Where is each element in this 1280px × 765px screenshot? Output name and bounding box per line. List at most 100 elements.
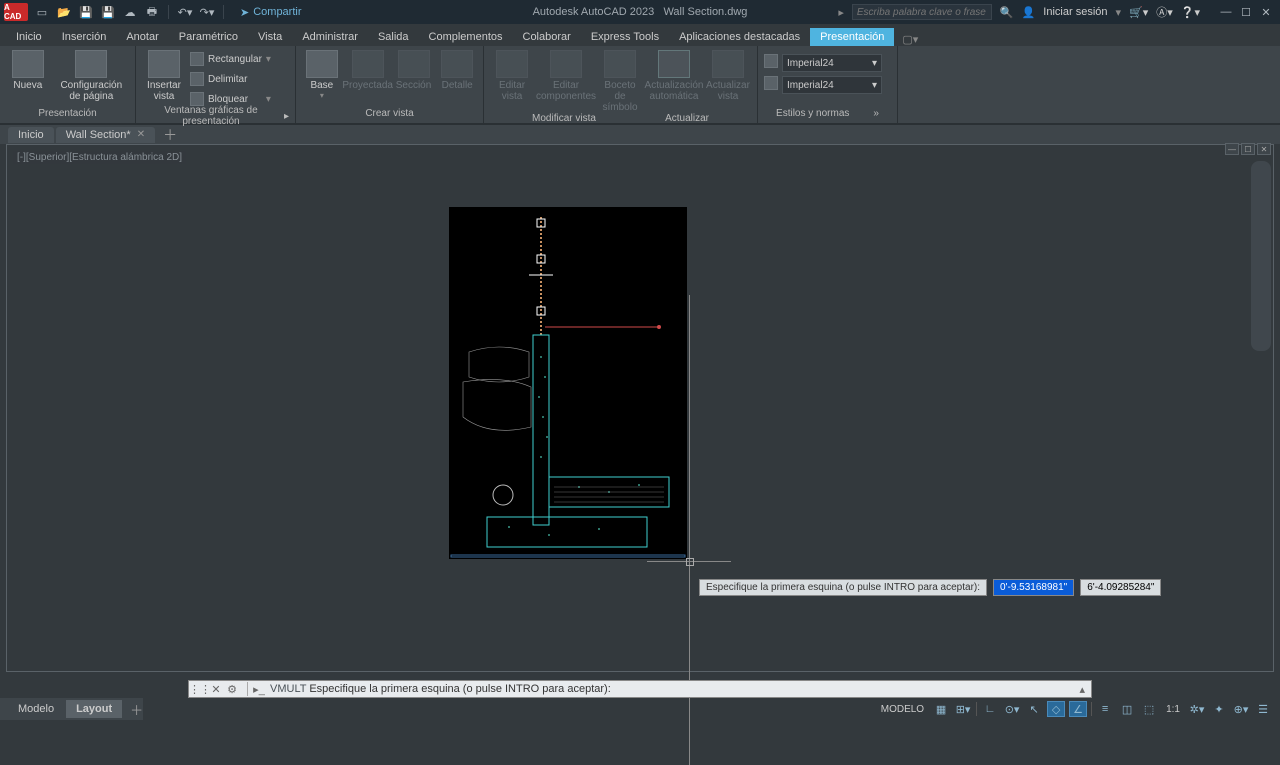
cmd-prompt-icon: ▸_ <box>252 682 266 696</box>
cmd-customize-icon[interactable]: ⚙ <box>225 682 239 696</box>
boceto-button: Boceto de símbolo <box>598 50 642 113</box>
layout-tabs: Modelo Layout ＋ <box>0 698 143 720</box>
arrow-icon[interactable]: ▸ <box>838 6 844 19</box>
iso-icon[interactable]: ↖ <box>1025 701 1043 717</box>
delimitar-button[interactable]: Delimitar <box>190 70 271 88</box>
osnap-icon[interactable]: ◇ <box>1047 701 1065 717</box>
add-layout-button[interactable]: ＋ <box>130 700 143 719</box>
config-pagina-button[interactable]: Configuración de página <box>54 50 129 102</box>
tab-insercion[interactable]: Inserción <box>52 28 117 46</box>
tab-vista[interactable]: Vista <box>248 28 292 46</box>
btab-modelo[interactable]: Modelo <box>8 700 64 718</box>
tab-administrar[interactable]: Administrar <box>292 28 368 46</box>
help-icon[interactable]: ❔▾ <box>1181 6 1200 19</box>
close-icon[interactable]: ✕ <box>137 129 145 140</box>
filetab-inicio[interactable]: Inicio <box>8 127 54 143</box>
style1-icon[interactable] <box>764 54 778 68</box>
lineweight-icon[interactable]: ≡ <box>1096 701 1114 717</box>
redo-icon[interactable]: ↷▾ <box>199 4 215 20</box>
status-modelo[interactable]: MODELO <box>877 702 928 717</box>
new-icon[interactable]: ▭ <box>34 4 50 20</box>
login-label[interactable]: Iniciar sesión <box>1043 6 1107 18</box>
panel-presentacion-title: Presentación <box>6 105 129 121</box>
tab-salida[interactable]: Salida <box>368 28 419 46</box>
dynamic-input: Especifique la primera esquina (o pulse … <box>699 579 1161 596</box>
proyectada-button: Proyectada <box>346 50 390 91</box>
open-icon[interactable]: 📂 <box>56 4 72 20</box>
window-title: Autodesk AutoCAD 2023 Wall Section.dwg <box>533 6 748 18</box>
grid-icon[interactable]: ▦ <box>932 701 950 717</box>
tab-express[interactable]: Express Tools <box>581 28 669 46</box>
ortho-icon[interactable]: ∟ <box>981 701 999 717</box>
close-button[interactable]: ✕ <box>1256 3 1276 21</box>
otrack-icon[interactable]: ∠ <box>1069 701 1087 717</box>
undo-icon[interactable]: ↶▾ <box>177 4 193 20</box>
style2-dropdown[interactable]: Imperial24▾ <box>782 76 882 94</box>
tab-aplicaciones[interactable]: Aplicaciones destacadas <box>669 28 810 46</box>
user-icon[interactable]: 👤 <box>1022 6 1036 19</box>
tab-complementos[interactable]: Complementos <box>419 28 513 46</box>
btab-layout[interactable]: Layout <box>66 700 122 718</box>
cmd-close-icon[interactable]: ✕ <box>209 682 223 696</box>
crosshair-pickbox <box>686 558 694 566</box>
snap-icon[interactable]: ⊞▾ <box>954 701 972 717</box>
base-button[interactable]: Base▾ <box>302 50 342 100</box>
minimize-button[interactable]: — <box>1216 3 1236 21</box>
dynamic-input-y[interactable]: 6'-4.09285284" <box>1080 579 1161 596</box>
plot-icon[interactable]: 🖶 <box>144 4 160 20</box>
polar-icon[interactable]: ⊙▾ <box>1003 701 1021 717</box>
vp-minimize-icon[interactable]: — <box>1225 143 1239 155</box>
ribbon: Nueva Configuración de página Presentaci… <box>0 46 1280 124</box>
cmd-handle-icon[interactable]: ⋮⋮ <box>193 682 207 696</box>
navigation-bar[interactable] <box>1251 161 1271 351</box>
viewport-label[interactable]: [-][Superior][Estructura alámbrica 2D] <box>13 151 186 164</box>
save-icon[interactable]: 💾 <box>78 4 94 20</box>
new-tab-button[interactable]: ＋ <box>163 125 177 145</box>
menu-icon[interactable]: ☰ <box>1254 701 1272 717</box>
actualizacion-auto-button[interactable]: Actualización automática <box>646 50 702 102</box>
gear-icon[interactable]: ✲▾ <box>1188 701 1206 717</box>
tab-extra-icon[interactable]: ▢▾ <box>902 33 918 46</box>
tab-colaborar[interactable]: Colaborar <box>513 28 581 46</box>
insertar-vista-button[interactable]: Insertar vista <box>142 50 186 102</box>
web-save-icon[interactable]: ☁ <box>122 4 138 20</box>
share-button[interactable]: ➤ Compartir <box>240 6 302 19</box>
rectangular-button[interactable]: Rectangular▾ <box>190 50 271 68</box>
panel-ventanas-title: Ventanas gráficas de presentación▸ <box>142 108 289 124</box>
cmd-history-icon[interactable]: ▴ <box>1073 683 1091 696</box>
drawing-viewport[interactable]: [-][Superior][Estructura alámbrica 2D] —… <box>6 144 1274 672</box>
maximize-button[interactable]: ☐ <box>1236 3 1256 21</box>
saveas-icon[interactable]: 💾 <box>100 4 116 20</box>
filetab-wallsection[interactable]: Wall Section*✕ <box>56 127 155 143</box>
anno-icon[interactable]: ✦ <box>1210 701 1228 717</box>
nueva-button[interactable]: Nueva <box>6 50 50 91</box>
share-label: Compartir <box>253 6 301 18</box>
ribbon-tabs: Inicio Inserción Anotar Paramétrico Vist… <box>0 24 1280 46</box>
detalle-button: Detalle <box>437 50 477 91</box>
status-scale[interactable]: 1:1 <box>1162 702 1184 717</box>
style2-icon[interactable] <box>764 76 778 90</box>
tab-inicio[interactable]: Inicio <box>6 28 52 46</box>
command-line[interactable]: ⋮⋮ ✕ ⚙ ▸_ VMULT Especifique la primera e… <box>188 680 1092 698</box>
transparency-icon[interactable]: ◫ <box>1118 701 1136 717</box>
tab-parametrico[interactable]: Paramétrico <box>169 28 248 46</box>
vp-close-icon[interactable]: ✕ <box>1257 143 1271 155</box>
style1-dropdown[interactable]: Imperial24▾ <box>782 54 882 72</box>
tab-presentacion[interactable]: Presentación <box>810 28 894 46</box>
actualizar-vista-button: Actualizar vista <box>706 50 750 102</box>
selection-icon[interactable]: ⬚ <box>1140 701 1158 717</box>
dynamic-input-x[interactable]: 0'-9.53168981" <box>993 579 1074 596</box>
workspace-icon[interactable]: ⊕▾ <box>1232 701 1250 717</box>
tab-anotar[interactable]: Anotar <box>116 28 168 46</box>
layout-preview <box>449 207 687 559</box>
title-bar: A CAD ▭ 📂 💾 💾 ☁ 🖶 ↶▾ ↷▾ ➤ Compartir Auto… <box>0 0 1280 24</box>
file-tabs: Inicio Wall Section*✕ ＋ <box>0 124 1280 144</box>
app-exchange-icon[interactable]: Ⓐ▾ <box>1156 4 1173 20</box>
vp-maximize-icon[interactable]: ☐ <box>1241 143 1255 155</box>
cart-icon[interactable]: 🛒▾ <box>1129 6 1148 19</box>
search-input[interactable] <box>852 4 992 20</box>
search-icon[interactable]: 🔍 <box>1000 6 1014 19</box>
editar-componentes-button: Editar componentes <box>538 50 594 102</box>
app-icon[interactable]: A CAD <box>4 3 28 21</box>
panel-modificar-title: Modificar vista Actualizar <box>490 113 751 124</box>
